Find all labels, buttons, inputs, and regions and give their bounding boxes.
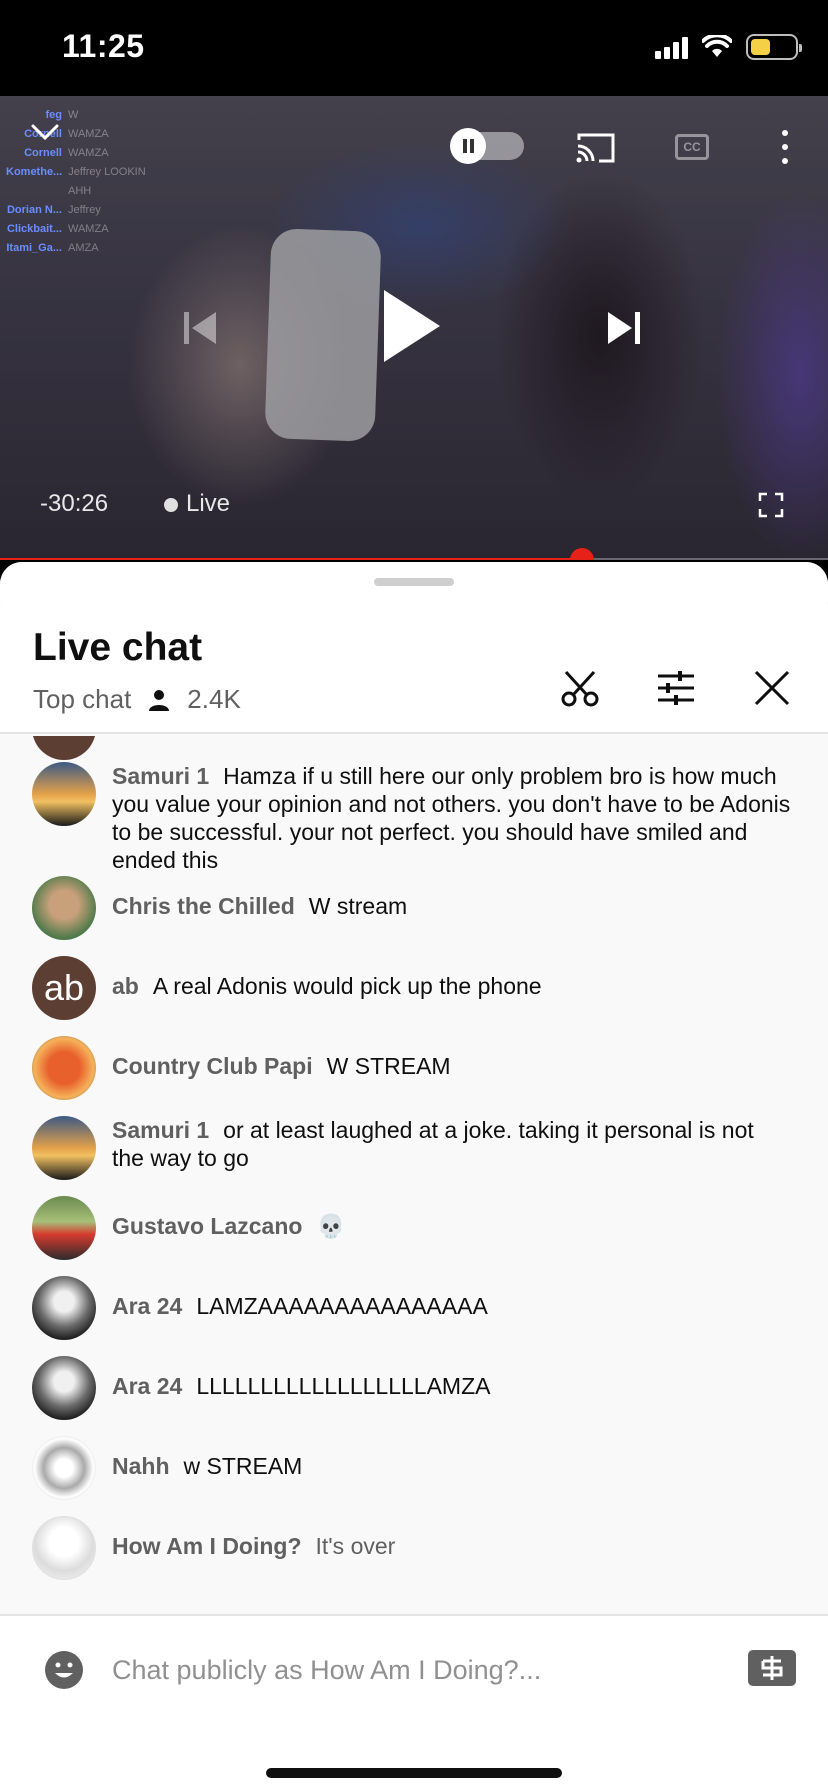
progress-fill xyxy=(0,558,583,560)
cellular-signal-icon xyxy=(655,35,688,59)
chat-message-list[interactable]: Samuri 1 Hamza if u still here our only p… xyxy=(0,736,828,1616)
emoji-icon[interactable] xyxy=(44,1650,84,1690)
avatar[interactable] xyxy=(32,762,96,826)
viewer-count: 2.4K xyxy=(187,684,241,714)
pause-icon xyxy=(450,128,486,164)
overlay-chat-text: AHH xyxy=(68,185,92,197)
overlay-chat-text: Jeffrey LOOKIN xyxy=(68,166,146,178)
message-author[interactable]: ab xyxy=(112,973,139,999)
chat-header: Live chat Top chat 2.4K xyxy=(0,586,828,734)
clip-scissors-icon[interactable] xyxy=(560,668,600,708)
avatar[interactable] xyxy=(32,1516,96,1580)
message-author[interactable]: Samuri 1 xyxy=(112,1117,209,1143)
message-author[interactable]: Samuri 1 xyxy=(112,763,209,789)
live-chat-panel: Live chat Top chat 2.4K Samuri 1 Hamza i… xyxy=(0,562,828,1792)
wifi-icon xyxy=(702,35,732,57)
super-chat-button[interactable] xyxy=(748,1650,796,1686)
overlay-chat-row: Itami_Ga... AMZA xyxy=(6,239,146,258)
message-author[interactable]: How Am I Doing? xyxy=(112,1533,302,1559)
overlay-chat-row: Clickbait... WAMZA xyxy=(6,220,146,239)
home-indicator[interactable] xyxy=(266,1768,562,1778)
tune-settings-icon[interactable] xyxy=(656,668,696,708)
message-text: A real Adonis would pick up the phone xyxy=(152,973,542,999)
video-player[interactable]: feg W Cornell WAMZA Cornell WAMZA Komethe... Je… xyxy=(0,96,828,560)
progress-bar[interactable] xyxy=(0,548,828,560)
status-bar: 11:25 xyxy=(0,0,828,96)
more-options-icon[interactable] xyxy=(780,130,790,164)
cast-icon[interactable] xyxy=(575,132,617,164)
overlay-chat-row: Komethe... Jeffrey LOOKIN xyxy=(6,163,146,182)
battery-icon xyxy=(746,34,802,60)
message-author[interactable]: Chris the Chilled xyxy=(112,893,295,919)
avatar[interactable] xyxy=(32,1276,96,1340)
overlay-chat-name: Komethe... xyxy=(6,166,63,178)
close-icon[interactable] xyxy=(752,668,792,708)
chat-mode-label: Top chat xyxy=(33,684,132,714)
overlay-chat-row: Cornell WAMZA xyxy=(6,144,146,163)
overlay-chat-text: WAMZA xyxy=(68,128,109,140)
overlay-chat-text: Jeffrey xyxy=(68,204,101,216)
message-text: W STREAM xyxy=(326,1053,451,1079)
overlay-chat-text: WAMZA xyxy=(68,223,109,235)
message-text: LAMZAAAAAAAAAAAAAAA xyxy=(196,1293,488,1319)
avatar[interactable] xyxy=(32,1356,96,1420)
live-label[interactable]: Live xyxy=(186,490,230,518)
avatar[interactable] xyxy=(32,876,96,940)
overlay-chat-row: Dorian N... Jeffrey xyxy=(6,201,146,220)
message-text: It's over xyxy=(315,1533,396,1559)
avatar[interactable] xyxy=(32,1436,96,1500)
overlay-chat-row: Cornell WAMZA xyxy=(6,125,146,144)
message-author[interactable]: Nahh xyxy=(112,1453,170,1479)
live-indicator-dot xyxy=(164,498,178,512)
overlay-chat-name: Itami_Ga... xyxy=(6,242,62,254)
message-text: w STREAM xyxy=(183,1453,303,1479)
overlay-chat-name: Cornell xyxy=(24,147,62,159)
avatar[interactable] xyxy=(32,1196,96,1260)
video-overlay-chat: feg W Cornell WAMZA Cornell WAMZA Komethe... Je… xyxy=(6,106,146,258)
play-icon[interactable] xyxy=(380,286,444,366)
person-icon xyxy=(149,689,170,711)
dollar-icon xyxy=(761,1656,783,1680)
overlay-chat-row: feg W xyxy=(6,106,146,125)
message-author[interactable]: Country Club Papi xyxy=(112,1053,313,1079)
avatar[interactable] xyxy=(32,1036,96,1100)
chat-input[interactable] xyxy=(112,1646,712,1694)
captions-icon[interactable]: CC xyxy=(675,134,709,160)
status-time: 11:25 xyxy=(62,28,145,64)
message-text: Hamza if u still here our only problem b… xyxy=(112,763,791,873)
overlay-chat-text: AMZA xyxy=(68,242,99,254)
message-text: 💀 xyxy=(316,1213,346,1239)
message-text: W stream xyxy=(308,893,408,919)
overlay-chat-text: WAMZA xyxy=(68,147,109,159)
drag-handle[interactable] xyxy=(374,578,454,586)
next-icon[interactable] xyxy=(604,308,644,348)
chat-title: Live chat xyxy=(33,626,203,669)
chat-input-bar xyxy=(0,1614,828,1792)
elapsed-time: -30:26 xyxy=(40,490,109,517)
avatar xyxy=(32,736,96,760)
avatar[interactable] xyxy=(32,1116,96,1180)
avatar[interactable]: ab xyxy=(32,956,96,1020)
chat-mode-selector[interactable]: Top chat 2.4K xyxy=(33,684,241,715)
collapse-chevron-icon[interactable] xyxy=(30,122,60,142)
fullscreen-icon[interactable] xyxy=(758,492,784,518)
message-author[interactable]: Gustavo Lazcano xyxy=(112,1213,302,1239)
overlay-chat-name xyxy=(6,182,62,201)
previous-icon[interactable] xyxy=(180,308,220,348)
overlay-chat-text: W xyxy=(68,109,79,121)
overlay-chat-name: Clickbait... xyxy=(6,223,62,235)
overlay-chat-row: AHH xyxy=(6,182,146,201)
overlay-chat-name: Dorian N... xyxy=(6,204,62,216)
autoplay-toggle[interactable] xyxy=(450,128,524,164)
message-author[interactable]: Ara 24 xyxy=(112,1373,182,1399)
status-icons xyxy=(655,34,802,60)
message-author[interactable]: Ara 24 xyxy=(112,1293,182,1319)
message-text: LLLLLLLLLLLLLLLLLLAMZA xyxy=(196,1373,491,1399)
